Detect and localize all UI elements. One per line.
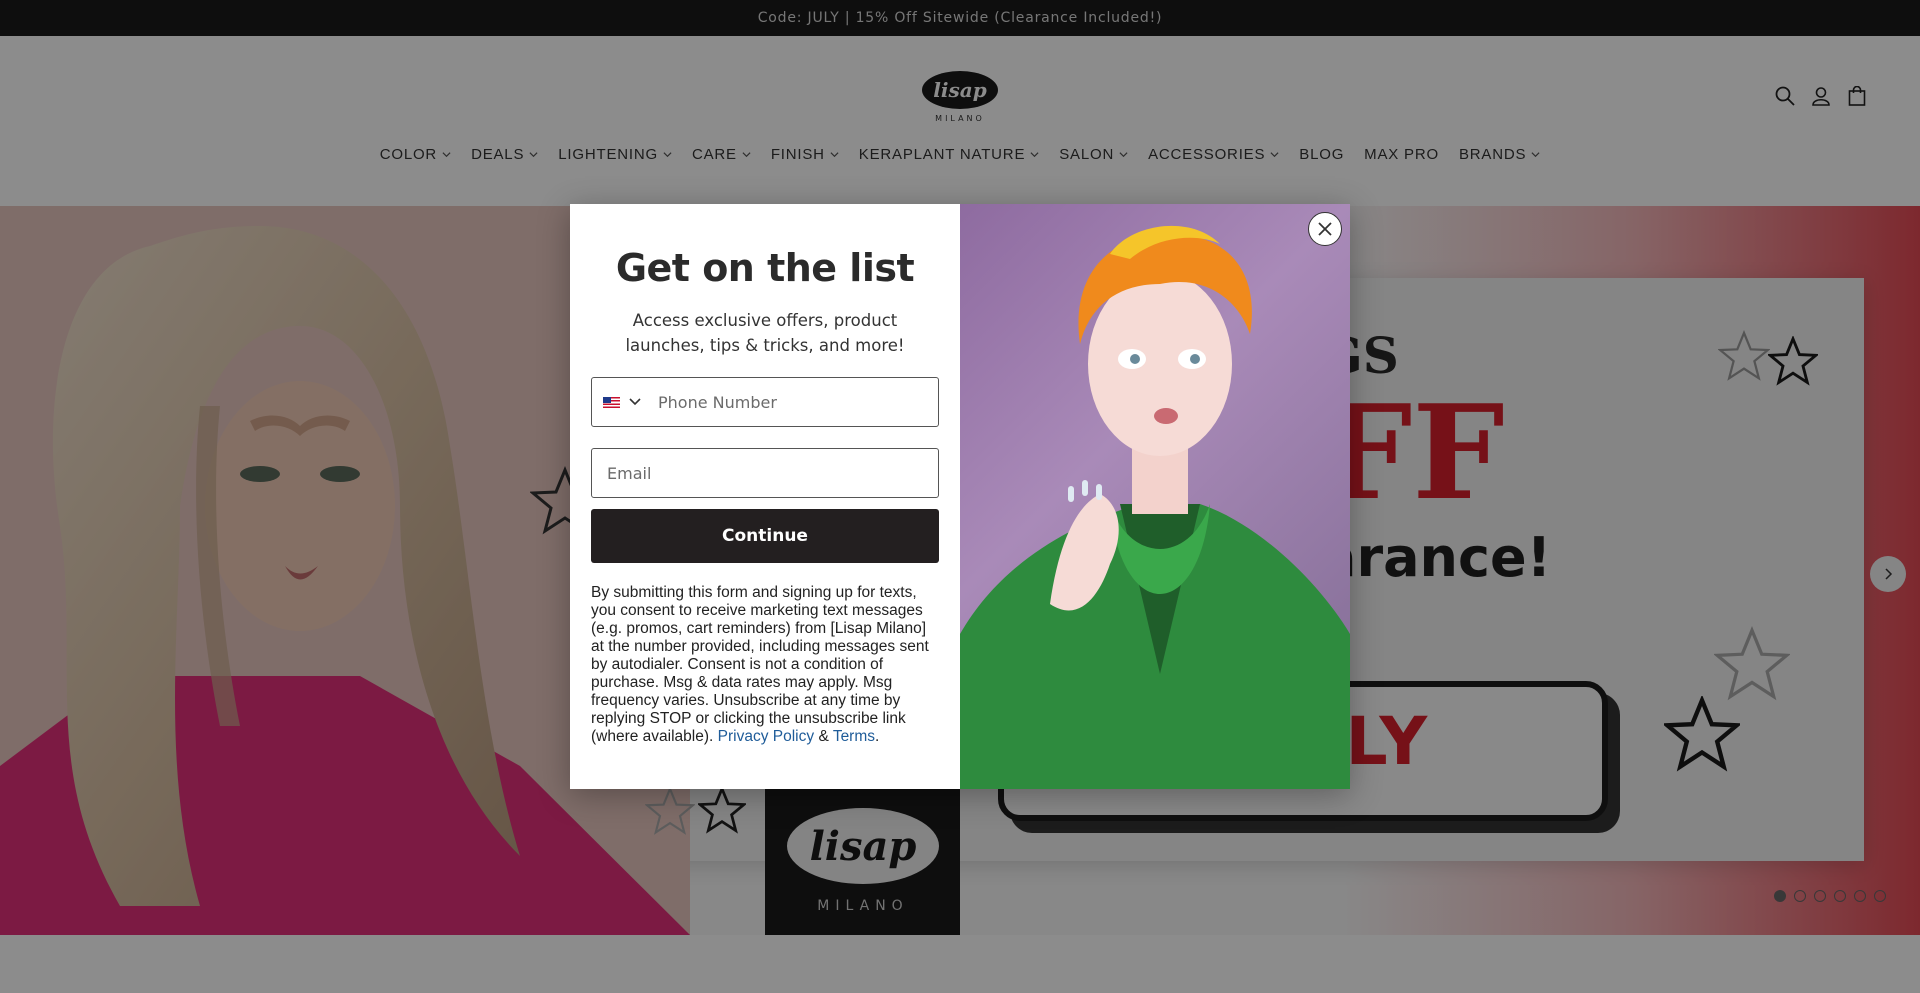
signup-modal: Get on the list Access exclusive offers,… (570, 204, 1350, 789)
email-input[interactable] (607, 449, 923, 497)
country-code-select[interactable] (592, 378, 658, 426)
period-text: . (875, 728, 880, 745)
disclaimer-text: By submitting this form and signing up f… (591, 584, 929, 745)
chevron-down-icon (629, 398, 641, 406)
continue-button[interactable]: Continue (591, 509, 939, 563)
promo-model-image (960, 225, 1350, 789)
modal-image-panel (960, 204, 1350, 789)
privacy-policy-link[interactable]: Privacy Policy (718, 728, 814, 745)
email-field (591, 448, 939, 498)
us-flag-icon (603, 396, 620, 408)
modal-title: Get on the list (615, 246, 915, 290)
modal-close-button[interactable] (1308, 212, 1342, 246)
terms-link[interactable]: Terms (833, 728, 875, 745)
signup-form-panel: Get on the list Access exclusive offers,… (570, 204, 960, 789)
sms-disclaimer: By submitting this form and signing up f… (591, 584, 941, 746)
phone-field (591, 377, 939, 427)
modal-subtitle: Access exclusive offers, product launche… (625, 311, 905, 355)
close-icon (1318, 222, 1332, 236)
phone-input[interactable] (658, 378, 938, 426)
and-text: & (818, 728, 829, 745)
